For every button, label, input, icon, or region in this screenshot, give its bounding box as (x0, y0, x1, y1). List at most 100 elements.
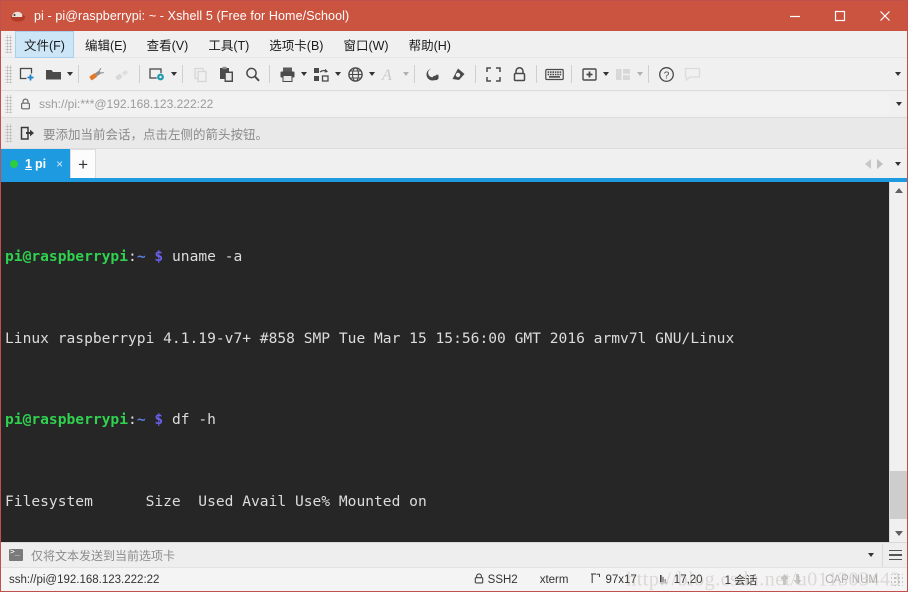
addressbar-drag-grip[interactable] (5, 95, 12, 113)
status-screen-size[interactable]: 97x17 (579, 573, 647, 587)
lock-icon[interactable] (506, 61, 532, 87)
print-dropdown-chevron-down-icon[interactable] (299, 72, 308, 76)
menu-help[interactable]: 帮助(H) (400, 31, 460, 58)
menu-window[interactable]: 窗口(W) (334, 31, 397, 58)
cursor-pos-icon (659, 573, 670, 587)
up-down-arrows-icon (779, 573, 803, 586)
maximize-button[interactable] (817, 1, 862, 31)
print-icon[interactable] (274, 61, 300, 87)
session-properties-icon[interactable] (144, 61, 170, 87)
status-connection: ssh://pi@192.168.123.222:22 (1, 574, 159, 586)
terminal-line: pi@raspberrypi:~ $ df -h (5, 410, 889, 430)
help-icon[interactable]: ? (653, 61, 679, 87)
hamburger-menu-icon[interactable] (882, 544, 907, 567)
title-bar[interactable]: pi - pi@raspberrypi: ~ - Xshell 5 (Free … (1, 1, 907, 31)
scroll-track[interactable] (890, 199, 907, 525)
address-dropdown-chevron-down-icon[interactable] (891, 102, 907, 106)
xagent-icon[interactable] (445, 61, 471, 87)
prompt-sigil: $ (154, 411, 163, 428)
tab-prev-icon[interactable] (865, 159, 871, 169)
open-folder-dropdown-chevron-down-icon[interactable] (65, 72, 74, 76)
toolbar-separator (571, 65, 572, 83)
status-session-count[interactable]: 1 会话 (714, 572, 769, 588)
scroll-down-arrow-icon[interactable] (890, 525, 907, 542)
file-transfer-dropdown-chevron-down-icon[interactable] (333, 72, 342, 76)
lock-icon (474, 573, 484, 587)
minimize-button[interactable] (772, 1, 817, 31)
menu-tabs[interactable]: 选项卡(B) (260, 31, 332, 58)
toolbar-overflow-chevron-down-icon[interactable] (895, 72, 901, 76)
scroll-thumb[interactable] (890, 471, 907, 519)
status-screen-size-label: 97x17 (605, 574, 636, 586)
file-transfer-icon[interactable] (308, 61, 334, 87)
close-button[interactable] (862, 1, 907, 31)
connect-icon[interactable] (83, 61, 109, 87)
menu-view[interactable]: 查看(V) (138, 31, 198, 58)
paste-icon[interactable] (213, 61, 239, 87)
tab-next-icon[interactable] (877, 159, 883, 169)
status-cursor-position[interactable]: 17,20 (648, 573, 714, 587)
new-tab-button[interactable]: + (70, 149, 96, 178)
new-session-icon[interactable] (14, 61, 40, 87)
xshell-logo-icon (9, 7, 27, 25)
toolbar-drag-grip[interactable] (5, 65, 12, 83)
menu-drag-grip[interactable] (5, 35, 12, 53)
font-dropdown-chevron-down-icon (401, 72, 410, 76)
terminal-screen[interactable]: pi@raspberrypi:~ $ uname -a Linux raspbe… (1, 182, 889, 542)
open-folder-icon[interactable] (40, 61, 66, 87)
send-bar-chevron-down-icon[interactable] (860, 553, 882, 557)
toolbar-separator (475, 65, 476, 83)
address-bar: ssh://pi:***@192.168.123.222:22 (1, 91, 907, 118)
fullscreen-icon[interactable] (480, 61, 506, 87)
xshell-window: pi - pi@raspberrypi: ~ - Xshell 5 (Free … (0, 0, 908, 592)
screen-size-icon (590, 573, 601, 587)
resize-grip-icon[interactable] (891, 574, 903, 586)
toolbar-separator (78, 65, 79, 83)
new-tab-icon[interactable] (576, 61, 602, 87)
add-session-arrow-icon (20, 126, 35, 141)
menu-tools[interactable]: 工具(T) (199, 31, 258, 58)
xftp-icon[interactable] (419, 61, 445, 87)
tab-number: 1 (25, 157, 32, 171)
new-tab-dropdown-chevron-down-icon[interactable] (601, 72, 610, 76)
terminal-send-icon (9, 549, 23, 561)
copy-icon (187, 61, 213, 87)
window-title: pi - pi@raspberrypi: ~ - Xshell 5 (Free … (34, 9, 349, 23)
session-properties-dropdown-chevron-down-icon[interactable] (169, 72, 178, 76)
terminal-output: Linux raspberrypi 4.1.19-v7+ #858 SMP Tu… (5, 330, 734, 347)
status-terminal-type[interactable]: xterm (529, 574, 580, 586)
notification-text: 要添加当前会话，点击左侧的箭头按钮。 (43, 124, 268, 143)
terminal-area: pi@raspberrypi:~ $ uname -a Linux raspbe… (1, 182, 907, 542)
address-input[interactable]: ssh://pi:***@192.168.123.222:22 (14, 93, 889, 115)
terminal-scrollbar[interactable] (889, 182, 907, 542)
disconnect-icon (109, 61, 135, 87)
prompt-colon: : (128, 248, 137, 265)
terminal-line: pi@raspberrypi:~ $ uname -a (5, 247, 889, 267)
menu-file[interactable]: 文件(F) (15, 31, 74, 58)
prompt-sigil: $ (154, 248, 163, 265)
tab-close-icon[interactable]: × (56, 158, 63, 170)
globe-encoding-icon[interactable] (342, 61, 368, 87)
terminal-line: Linux raspberrypi 4.1.19-v7+ #858 SMP Tu… (5, 329, 889, 349)
lock-icon (20, 98, 31, 110)
prompt-user-host: pi@raspberrypi (5, 248, 128, 265)
menu-edit[interactable]: 编辑(E) (76, 31, 136, 58)
tab-pi[interactable]: 1 pi × (1, 149, 70, 178)
prompt-path: ~ (137, 411, 146, 428)
toolbar: A (1, 58, 907, 91)
notifybar-drag-grip[interactable] (5, 124, 12, 142)
status-protocol[interactable]: SSH2 (463, 573, 529, 587)
toolbar-separator (648, 65, 649, 83)
send-bar-controls (860, 543, 907, 567)
send-bar: 仅将文本发送到当前选项卡 (1, 542, 907, 567)
terminal-command: uname -a (172, 248, 242, 265)
split-layout-icon (610, 61, 636, 87)
keyboard-icon[interactable] (541, 61, 567, 87)
tab-nav-controls (865, 149, 907, 178)
scroll-up-arrow-icon[interactable] (890, 182, 907, 199)
tab-list-chevron-down-icon[interactable] (895, 162, 901, 166)
globe-encoding-dropdown-chevron-down-icon[interactable] (367, 72, 376, 76)
prompt-colon: : (128, 411, 137, 428)
find-icon[interactable] (239, 61, 265, 87)
status-terminal-type-label: xterm (540, 574, 569, 586)
